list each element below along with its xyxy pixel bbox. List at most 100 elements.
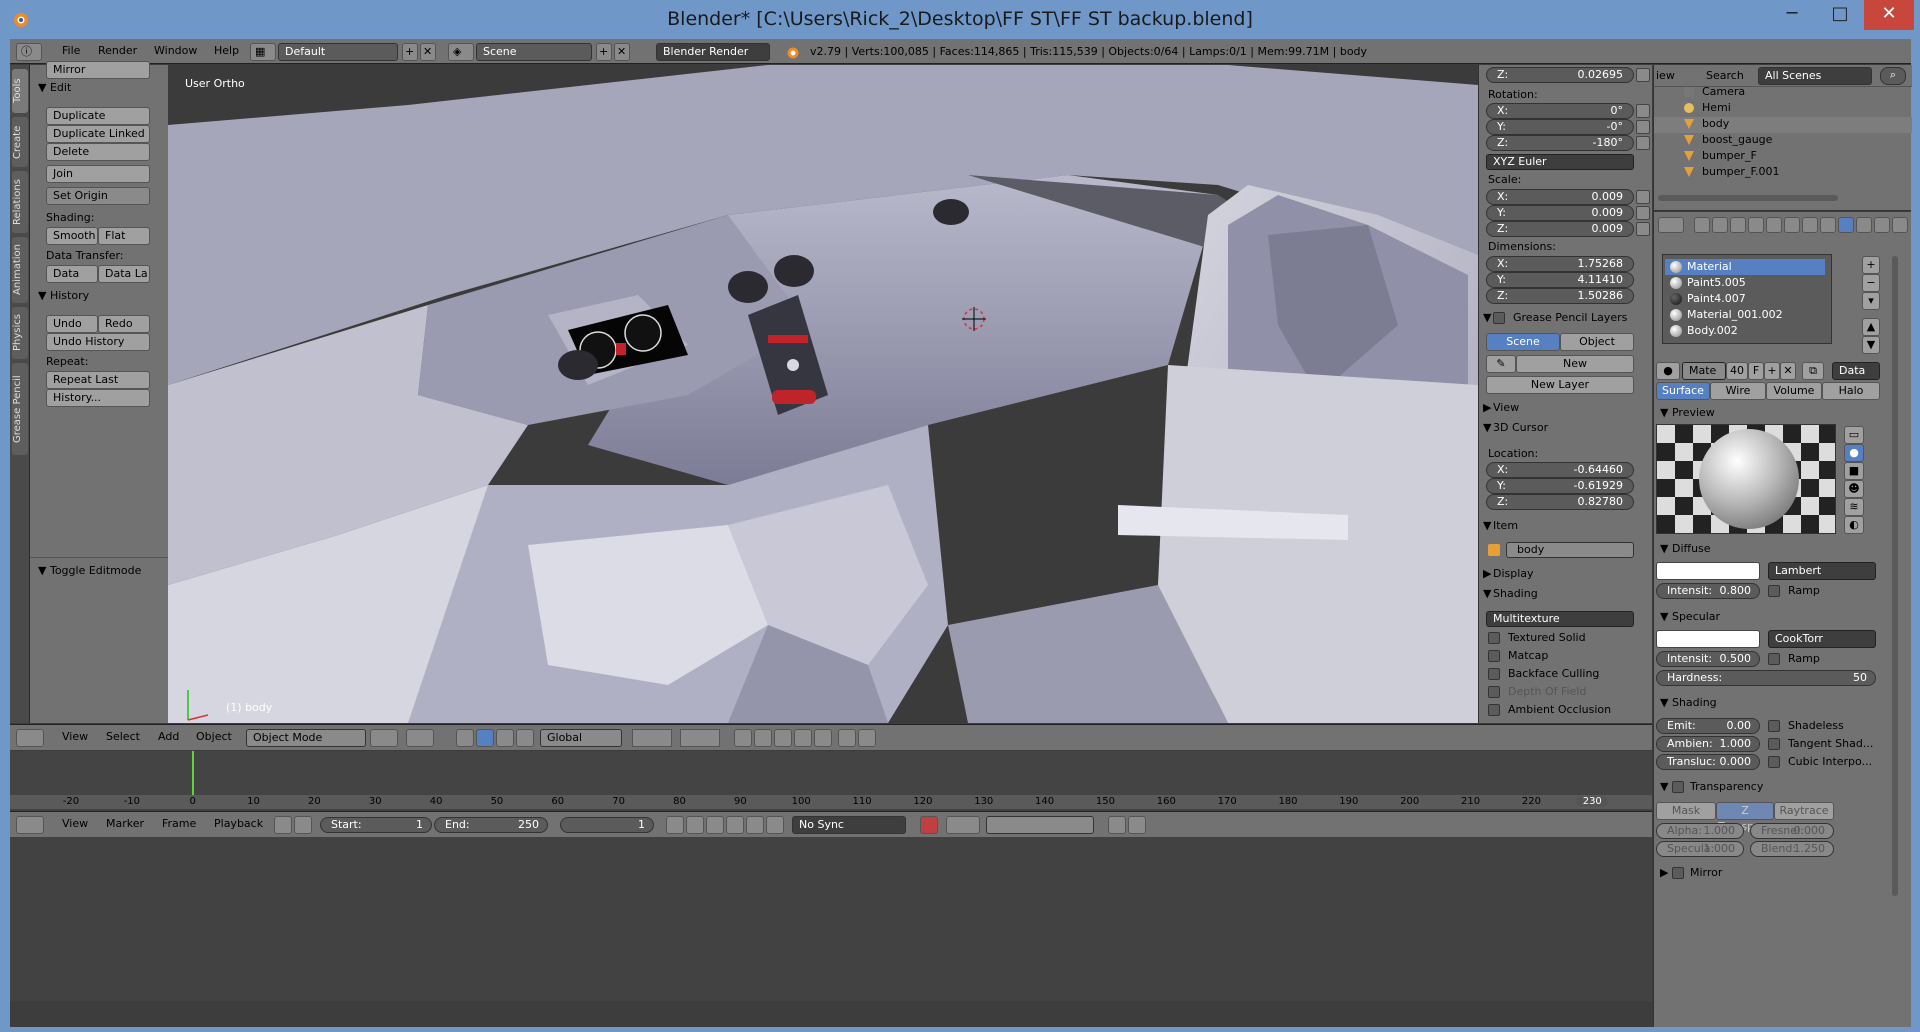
physics-tab-icon[interactable] <box>1892 217 1908 233</box>
history-panel-header[interactable]: ▼ History <box>38 289 89 302</box>
diffuse-panel-header[interactable]: ▼ Diffuse <box>1660 542 1711 555</box>
z-transparency-button[interactable]: Z Transpare <box>1716 802 1774 833</box>
scale-x-field[interactable]: X: 0.009 <box>1486 189 1634 205</box>
menu-marker[interactable]: Marker <box>106 817 144 830</box>
menu-object[interactable]: Object <box>196 730 232 743</box>
jump-end-icon[interactable] <box>766 816 784 834</box>
emit-field[interactable]: Emit: 0.00 <box>1656 718 1760 734</box>
shading-panel-header[interactable]: ▼ Shading <box>1660 696 1717 709</box>
lock-icon[interactable] <box>1636 190 1650 204</box>
editor-type-icon[interactable] <box>16 729 44 747</box>
backface-culling-checkbox[interactable]: Backface Culling <box>1488 667 1599 680</box>
undo-button[interactable]: Undo <box>46 315 98 333</box>
view-panel-header[interactable]: ▶ View <box>1483 401 1519 414</box>
tab-relations[interactable]: Relations <box>12 171 28 233</box>
scale-z-field[interactable]: Z: 0.009 <box>1486 221 1634 237</box>
scale-icon[interactable] <box>516 729 534 747</box>
scene-icon[interactable]: ◈ <box>448 43 474 61</box>
remove-scene-icon[interactable]: ✕ <box>614 43 630 61</box>
material-slot[interactable]: Paint4.007 <box>1665 291 1825 307</box>
toggle-editmode-header[interactable]: ▼ Toggle Editmode <box>38 564 141 577</box>
hardness-field[interactable]: Hardness: 50 <box>1656 670 1876 686</box>
constraints-tab-icon[interactable] <box>1784 217 1800 233</box>
ambient-occlusion-checkbox[interactable]: Ambient Occlusion <box>1488 703 1611 716</box>
material-slot[interactable]: Material_001.002 <box>1665 307 1825 323</box>
tab-tools[interactable]: Tools <box>12 69 28 113</box>
cursor-z-field[interactable]: Z: 0.82780 <box>1486 494 1634 510</box>
gp-scene-button[interactable]: Scene <box>1486 333 1560 351</box>
lock-layers-icon[interactable] <box>734 729 752 747</box>
edit-panel-header[interactable]: ▼ Edit <box>38 81 71 94</box>
maximize-button[interactable]: □ <box>1818 0 1862 30</box>
layout-field[interactable]: Default <box>278 43 398 61</box>
properties-scrollbar[interactable] <box>1892 256 1898 896</box>
data-layout-button[interactable]: Data La <box>98 265 150 283</box>
preview-panel-header[interactable]: ▼ Preview <box>1660 406 1715 419</box>
outliner-item[interactable]: Camera <box>1684 85 1745 101</box>
particles-tab-icon[interactable] <box>1874 217 1890 233</box>
data-button[interactable]: Data <box>46 265 98 283</box>
record-icon[interactable] <box>920 816 938 834</box>
keying-set-field[interactable] <box>986 816 1094 834</box>
lock-icon[interactable] <box>1636 206 1650 220</box>
delete-button[interactable]: Delete <box>46 143 150 161</box>
surface-tab[interactable]: Surface <box>1656 382 1710 400</box>
diffuse-ramp-checkbox[interactable]: Ramp <box>1768 584 1820 597</box>
3d-viewport[interactable]: User Ortho (1) body <box>168 65 1478 723</box>
cubic-interpolation-checkbox[interactable]: Cubic Interpo... <box>1768 755 1872 768</box>
render-tab-icon[interactable] <box>1694 217 1710 233</box>
repeat-last-button[interactable]: Repeat Last <box>46 371 150 389</box>
remove-slot-icon[interactable]: − <box>1862 274 1880 292</box>
material-slot[interactable]: Body.002 <box>1665 323 1825 339</box>
menu-help[interactable]: Help <box>214 44 239 57</box>
material-slot-list[interactable]: Material Paint5.005 Paint4.007 Material_… <box>1662 254 1832 344</box>
rotation-x-field[interactable]: X: 0° <box>1486 103 1634 119</box>
raytrace-button[interactable]: Raytrace <box>1774 802 1834 820</box>
mirror-panel-header[interactable]: ▶ Mirror <box>1660 866 1722 879</box>
outliner-item[interactable]: bumper_F.001 <box>1684 165 1780 181</box>
object-name-field[interactable]: body <box>1506 542 1634 558</box>
manipulator-icon[interactable] <box>456 729 474 747</box>
gp-new-button[interactable]: New <box>1516 355 1634 373</box>
specular-panel-header[interactable]: ▼ Specular <box>1660 610 1720 623</box>
item-panel-header[interactable]: ▼ Item <box>1483 519 1518 532</box>
material-users-count[interactable]: 40 <box>1726 362 1748 380</box>
specular-intensity-field[interactable]: Intensit: 0.500 <box>1656 651 1760 667</box>
scene-layers-grid-2[interactable] <box>680 729 720 747</box>
search-icon[interactable]: ⌕ <box>1880 67 1906 85</box>
duplicate-linked-button[interactable]: Duplicate Linked <box>46 125 150 143</box>
remove-layout-icon[interactable]: ✕ <box>420 43 436 61</box>
sync-mode-select[interactable]: No Sync <box>792 816 906 834</box>
shadeless-checkbox[interactable]: Shadeless <box>1768 719 1844 732</box>
scene-field[interactable]: Scene <box>476 43 592 61</box>
menu-view[interactable]: View <box>62 817 88 830</box>
link-icon[interactable]: ⧉ <box>1802 362 1824 380</box>
jump-keyframe-back-icon[interactable] <box>686 816 704 834</box>
world-tab-icon[interactable] <box>1748 217 1764 233</box>
lock-icon[interactable] <box>1636 68 1650 82</box>
material-name-field[interactable]: Mate <box>1682 362 1726 380</box>
move-up-icon[interactable]: ▲ <box>1862 318 1880 336</box>
preview-sky-icon[interactable]: ◐ <box>1844 516 1864 534</box>
link-data-select[interactable]: Data <box>1832 362 1880 380</box>
menu-frame[interactable]: Frame <box>162 817 196 830</box>
texture-tab-icon[interactable] <box>1856 217 1872 233</box>
menu-add[interactable]: Add <box>158 730 179 743</box>
diffuse-intensity-field[interactable]: Intensit: 0.800 <box>1656 583 1760 599</box>
object-tab-icon[interactable] <box>1766 217 1782 233</box>
fake-user-button[interactable]: F <box>1748 362 1764 380</box>
jump-keyframe-forward-icon[interactable] <box>746 816 764 834</box>
alpha-field[interactable]: Alpha: 1.000 <box>1656 823 1744 839</box>
opengl-render-icon[interactable] <box>838 729 856 747</box>
gp-object-button[interactable]: Object <box>1560 333 1634 351</box>
outliner-item[interactable]: boost_gauge <box>1684 133 1772 149</box>
menu-render[interactable]: Render <box>98 44 137 57</box>
preview-monkey-icon[interactable]: ☻ <box>1844 480 1864 498</box>
mirror-button[interactable]: Mirror <box>46 61 150 79</box>
pencil-icon[interactable]: ✎ <box>1486 355 1516 373</box>
wire-tab[interactable]: Wire <box>1710 382 1766 400</box>
set-origin-dropdown[interactable]: Set Origin <box>46 187 150 205</box>
layout-icon[interactable]: ▦ <box>250 43 276 61</box>
dimension-x-field[interactable]: X: 1.75268 <box>1486 256 1634 272</box>
material-slot[interactable]: Material <box>1665 259 1825 275</box>
